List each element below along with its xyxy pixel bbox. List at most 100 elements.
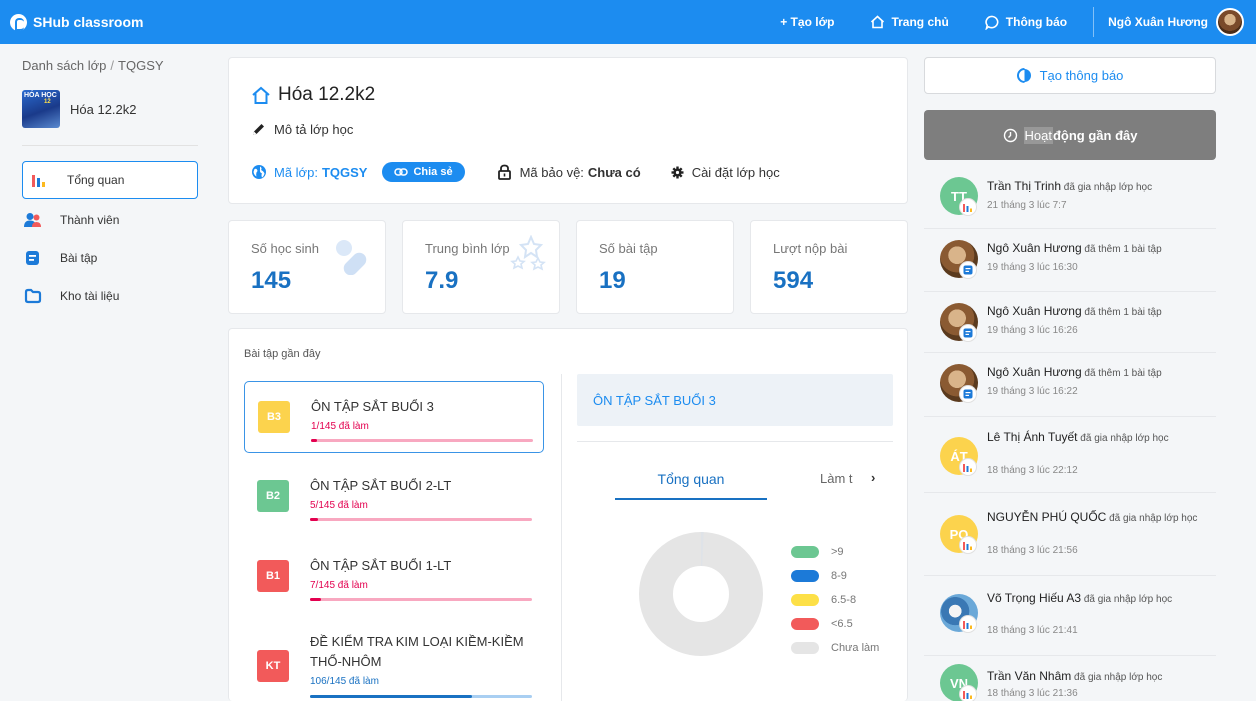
home-label: Trang chủ	[891, 15, 949, 29]
progress-fill	[311, 439, 317, 442]
legend-item: 6.5-8	[791, 588, 879, 612]
activity-user: Võ Trọng Hiếu A3	[987, 591, 1082, 605]
stat-label: Lượt nộp bài	[773, 241, 848, 256]
class-settings-link[interactable]: Cài đặt lớp học	[671, 165, 780, 180]
recent-activity-header: Hoạt động gần đây	[924, 110, 1216, 160]
activity-item[interactable]: VN Trần Văn Nhâm đã gia nhập lớp học 18 …	[924, 656, 1216, 701]
divider	[561, 374, 562, 701]
activity-item[interactable]: TT Trần Thị Trinh đã gia nhập lớp học 21…	[924, 167, 1216, 229]
activity-text: Ngô Xuân Hương đã thêm 1 bài tập	[987, 242, 1212, 256]
class-description[interactable]: Mô tả lớp học	[251, 122, 353, 137]
chevron-right-icon[interactable]: ›	[871, 470, 875, 485]
legend-label: 8-9	[831, 570, 847, 582]
assignment-progress-text: 1/145 đã làm	[311, 421, 369, 432]
legend-item: <6.5	[791, 612, 879, 636]
class-code-value: TQGSY	[321, 164, 368, 180]
protect-value: Chưa có	[587, 164, 641, 180]
assignment-badge: B3	[258, 401, 290, 433]
tab-next-partial[interactable]: Làm t	[820, 471, 853, 486]
assignment-badge: B1	[257, 560, 289, 592]
share-label: Chia sẻ	[413, 166, 453, 178]
class-name: Hóa 12.2k2	[70, 101, 137, 117]
assignment-progress-text: 5/145 đã làm	[310, 500, 368, 511]
bar-chart-icon	[960, 537, 976, 553]
tab-active-indicator	[615, 498, 767, 500]
bar-chart-icon	[32, 175, 45, 187]
stat-label: Số học sinh	[251, 241, 319, 256]
activity-item[interactable]: PQ NGUYỄN PHÚ QUỐC đã gia nhập lớp học 1…	[924, 493, 1216, 576]
share-button[interactable]: Chia sẻ	[382, 162, 465, 182]
brand[interactable]: SHub classroom	[10, 13, 143, 31]
create-class-button[interactable]: + Tạo lớp	[780, 15, 834, 29]
legend-swatch	[791, 546, 819, 558]
pencil-icon	[253, 124, 264, 135]
activity-item[interactable]: ÁT Lê Thị Ánh Tuyết đã gia nhập lớp học …	[924, 417, 1216, 493]
activity-user: NGUYỄN PHÚ QUỐC	[987, 510, 1107, 524]
activity-item[interactable]: Ngô Xuân Hương đã thêm 1 bài tập 19 thán…	[924, 292, 1216, 353]
activity-item[interactable]: Ngô Xuân Hương đã thêm 1 bài tập 19 thán…	[924, 229, 1216, 292]
legend-label: >9	[831, 546, 844, 558]
activity-text: NGUYỄN PHÚ QUỐC đã gia nhập lớp học	[987, 511, 1212, 525]
stat-class-average: Trung bình lớp 7.9	[402, 220, 560, 314]
sidebar-item-library[interactable]: Kho tài liệu	[22, 279, 198, 313]
activity-text: Ngô Xuân Hương đã thêm 1 bài tập	[987, 305, 1212, 319]
recent-assignments-card: Bài tập gần đây B3 ÔN TẬP SẮT BUỔI 3 1/1…	[228, 328, 908, 701]
gear-icon	[671, 166, 684, 178]
top-bar: SHub classroom + Tạo lớp Trang chủ Thông…	[0, 0, 1256, 44]
activity-item[interactable]: Ngô Xuân Hương đã thêm 1 bài tập 19 thán…	[924, 353, 1216, 417]
stat-value: 145	[251, 267, 292, 294]
activity-action: đã gia nhập lớp học	[1106, 513, 1198, 524]
legend-label: Chưa làm	[831, 642, 880, 654]
assignment-name: ĐỀ KIỂM TRA KIM LOẠI KIỀM-KIỀM THỔ-NHÔM	[310, 634, 524, 669]
stat-value: 7.9	[425, 267, 459, 294]
description-text: Mô tả lớp học	[274, 122, 354, 137]
sidebar-item-assignments[interactable]: Bài tập	[22, 241, 198, 275]
activity-user: Ngô Xuân Hương	[987, 241, 1082, 255]
breadcrumb-root[interactable]: Danh sách lớp	[22, 58, 106, 73]
home-link[interactable]: Trang chủ	[870, 15, 949, 29]
divider	[577, 441, 893, 442]
sidebar-item-overview[interactable]: Tổng quan	[22, 161, 198, 199]
progress-fill	[310, 518, 318, 521]
assignment-item[interactable]: KT ĐỀ KIỂM TRA KIM LOẠI KIỀM-KIỀM THỔ-NH…	[244, 625, 544, 701]
legend-item: 8-9	[791, 564, 879, 588]
legend-label: <6.5	[831, 618, 853, 630]
history-icon	[1003, 128, 1017, 142]
tab-overview[interactable]: Tổng quan	[615, 471, 767, 487]
class-thumbnail: HÓA HỌC 12	[22, 90, 60, 128]
user-name: Ngô Xuân Hương	[1108, 15, 1208, 29]
activity-action: đã thêm 1 bài tập	[1081, 244, 1162, 255]
notifications-link[interactable]: Thông báo	[985, 15, 1067, 30]
assignment-icon	[960, 325, 976, 341]
assignment-icon	[26, 251, 39, 265]
activity-action: đã gia nhập lớp học	[1071, 672, 1163, 683]
chat-bubble-icon	[985, 15, 999, 30]
activity-text: Võ Trọng Hiếu A3 đã gia nhập lớp học	[987, 592, 1212, 606]
activity-text: Lê Thị Ánh Tuyết đã gia nhập lớp học	[987, 431, 1212, 445]
sidebar-item-label: Bài tập	[60, 251, 98, 265]
bar-chart-icon	[960, 616, 976, 632]
assignment-name: ÔN TẬP SẮT BUỔI 1-LT	[310, 558, 452, 573]
assignment-item[interactable]: B1 ÔN TẬP SẮT BUỔI 1-LT 7/145 đã làm	[244, 541, 544, 613]
legend-item: Chưa làm	[791, 636, 879, 660]
sidebar-item-members[interactable]: Thành viên	[22, 203, 198, 237]
assignment-progress-text: 7/145 đã làm	[310, 580, 368, 591]
assignment-name: ÔN TẬP SẮT BUỔI 2-LT	[310, 478, 452, 493]
create-notice-button[interactable]: Tạo thông báo	[924, 57, 1216, 94]
assignment-item[interactable]: B2 ÔN TẬP SẮT BUỔI 2-LT 5/145 đã làm	[244, 461, 544, 533]
lock-icon	[497, 164, 511, 180]
assignment-icon	[960, 262, 976, 278]
stat-students: Số học sinh 145	[228, 220, 386, 314]
user-menu[interactable]: Ngô Xuân Hương	[1093, 7, 1256, 37]
legend-swatch	[791, 570, 819, 582]
sidebar-item-label: Tổng quan	[67, 173, 125, 187]
activity-item[interactable]: Võ Trọng Hiếu A3 đã gia nhập lớp học 18 …	[924, 576, 1216, 656]
megaphone-icon	[1016, 68, 1031, 83]
activity-user: Lê Thị Ánh Tuyết	[987, 430, 1078, 444]
bar-chart-icon	[960, 199, 976, 215]
assignment-progress-bar	[310, 518, 532, 521]
assignment-progress-bar	[310, 598, 532, 601]
stat-value: 594	[773, 267, 814, 294]
assignment-item[interactable]: B3 ÔN TẬP SẮT BUỔI 3 1/145 đã làm	[244, 381, 544, 453]
protect-code: Mã bảo vệ: Chưa có	[497, 164, 641, 180]
